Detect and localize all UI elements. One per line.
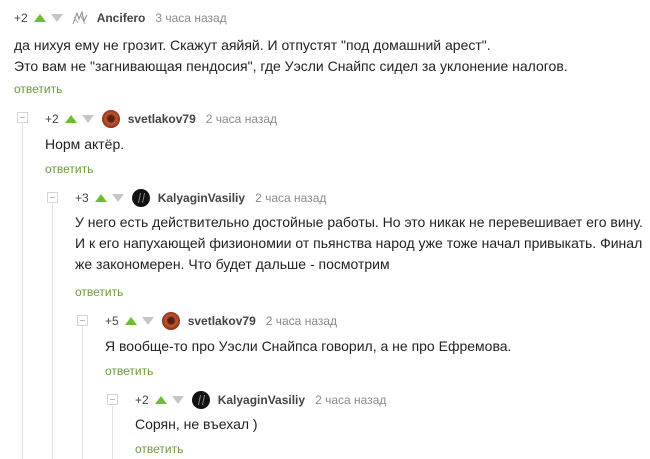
collapse-icon[interactable] xyxy=(47,192,58,203)
reply-link[interactable]: ответить xyxy=(45,162,93,176)
avatar[interactable] xyxy=(131,189,150,207)
comment-time: 2 часа назад xyxy=(315,393,387,407)
rating-value: +5 xyxy=(105,314,119,328)
upvote-icon[interactable] xyxy=(124,317,137,325)
thread-rail xyxy=(112,406,113,459)
reply-link[interactable]: ответить xyxy=(75,285,123,299)
author-name[interactable]: KalyaginVasiliy xyxy=(218,393,305,407)
thread-rail xyxy=(82,326,83,459)
author-name[interactable]: KalyaginVasiliy xyxy=(158,191,245,205)
thread-rail xyxy=(22,122,23,459)
comment-line: Это вам не "загнивающая пендосия", где У… xyxy=(14,58,568,74)
avatar[interactable] xyxy=(101,110,120,128)
avatar[interactable] xyxy=(191,391,210,409)
comment-time: 3 часа назад xyxy=(155,11,227,25)
rating-value: +3 xyxy=(75,191,89,205)
comment-header: +3 KalyaginVasiliy 2 часа назад xyxy=(75,189,327,207)
comment-text: Норм актёр. xyxy=(45,134,124,155)
author-name[interactable]: svetlakov79 xyxy=(128,112,196,126)
comment-header: +2 KalyaginVasiliy 2 часа назад xyxy=(135,391,387,409)
downvote-icon[interactable] xyxy=(81,115,94,123)
downvote-icon[interactable] xyxy=(141,317,154,325)
avatar[interactable] xyxy=(161,312,180,330)
comment-header: +2 Ancifero 3 часа назад xyxy=(14,9,227,27)
comment-header: +2 svetlakov79 2 часа назад xyxy=(45,110,278,128)
comment-text: Я вообще-то про Уэсли Снайпса говорил, а… xyxy=(105,336,511,357)
collapse-icon[interactable] xyxy=(17,112,28,123)
upvote-icon[interactable] xyxy=(94,194,107,202)
comment-text: Сорян, не въехал ) xyxy=(135,414,258,435)
comment-line: И к его напухающей физиономии от пьянств… xyxy=(75,235,643,251)
thread-rail xyxy=(52,204,53,459)
author-name[interactable]: svetlakov79 xyxy=(188,314,256,328)
comment-time: 2 часа назад xyxy=(255,191,327,205)
comment-line: да нихуя ему не грозит. Скажут аяйяй. И … xyxy=(14,37,491,53)
comment-text: У него есть действительно достойные рабо… xyxy=(75,212,643,275)
avatar[interactable] xyxy=(70,9,89,27)
upvote-icon[interactable] xyxy=(33,14,46,22)
rating-value: +2 xyxy=(14,11,28,25)
comment-time: 2 часа назад xyxy=(265,314,338,328)
comment-line: Норм актёр. xyxy=(45,136,125,152)
comment-line: же закономерен. Что будет дальше - посмо… xyxy=(75,256,390,272)
reply-link[interactable]: ответить xyxy=(14,82,62,96)
comment-text: да нихуя ему не грозит. Скажут аяйяй. И … xyxy=(14,35,568,77)
downvote-icon[interactable] xyxy=(50,14,63,22)
author-name[interactable]: Ancifero xyxy=(97,11,146,25)
reply-link[interactable]: ответить xyxy=(105,364,153,378)
collapse-icon[interactable] xyxy=(77,315,88,326)
comment-line: Сорян, не въехал ) xyxy=(135,416,258,432)
reply-link[interactable]: ответить xyxy=(135,442,183,456)
comment-line: Я вообще-то про Уэсли Снайпса говорил, а… xyxy=(105,338,512,354)
downvote-icon[interactable] xyxy=(111,194,124,202)
collapse-icon[interactable] xyxy=(107,394,118,405)
comment-header: +5 svetlakov79 2 часа назад xyxy=(105,312,338,330)
comment-time: 2 часа назад xyxy=(205,112,278,126)
comment-line: У него есть действительно достойные рабо… xyxy=(75,214,643,230)
downvote-icon[interactable] xyxy=(171,396,184,404)
rating-value: +2 xyxy=(135,393,149,407)
rating-value: +2 xyxy=(45,112,59,126)
upvote-icon[interactable] xyxy=(64,115,77,123)
upvote-icon[interactable] xyxy=(154,396,167,404)
